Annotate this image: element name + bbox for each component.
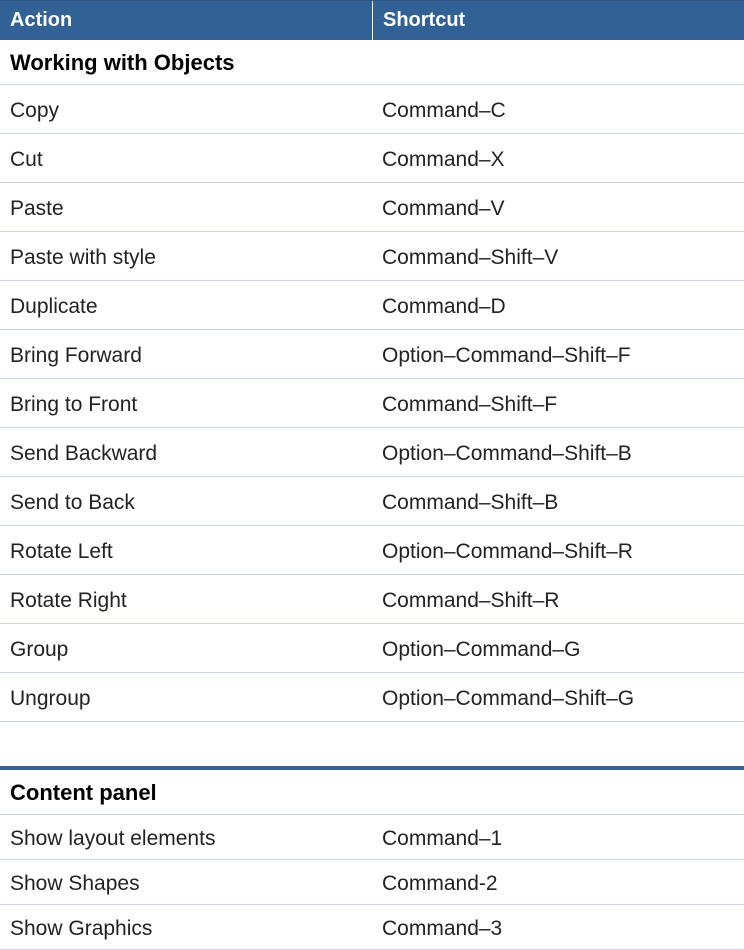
cell-action: Bring to Front: [0, 379, 372, 427]
cell-shortcut: Command-2: [372, 860, 744, 904]
section-body-content-panel: Show layout elementsCommand–1 Show Shape…: [0, 815, 744, 950]
cell-action: Paste: [0, 183, 372, 231]
section-body-objects: CopyCommand–C CutCommand–X PasteCommand–…: [0, 85, 744, 722]
cell-action: Show Shapes: [0, 860, 372, 904]
table-row: CopyCommand–C: [0, 85, 744, 134]
cell-action: Show Graphics: [0, 905, 372, 949]
table-row: Rotate LeftOption–Command–Shift–R: [0, 526, 744, 575]
cell-action: Group: [0, 624, 372, 672]
cell-shortcut: Option–Command–G: [372, 624, 744, 672]
table-row: Bring ForwardOption–Command–Shift–F: [0, 330, 744, 379]
header-shortcut: Shortcut: [372, 1, 744, 40]
table-row: UngroupOption–Command–Shift–G: [0, 673, 744, 722]
cell-shortcut: Command–Shift–V: [372, 232, 744, 280]
table-row: PasteCommand–V: [0, 183, 744, 232]
table-row: Paste with styleCommand–Shift–V: [0, 232, 744, 281]
cell-action: Paste with style: [0, 232, 372, 280]
table-row: Send BackwardOption–Command–Shift–B: [0, 428, 744, 477]
table-row: Show GraphicsCommand–3: [0, 905, 744, 950]
cell-action: Copy: [0, 85, 372, 133]
table-header-row: Action Shortcut: [0, 0, 744, 40]
cell-shortcut: Command–Shift–B: [372, 477, 744, 525]
cell-action: Send to Back: [0, 477, 372, 525]
section-title-content-panel: Content panel: [0, 770, 744, 815]
cell-action: Duplicate: [0, 281, 372, 329]
cell-action: Send Backward: [0, 428, 372, 476]
cell-action: Bring Forward: [0, 330, 372, 378]
table-row: DuplicateCommand–D: [0, 281, 744, 330]
table-row: Show ShapesCommand-2: [0, 860, 744, 905]
cell-action: Show layout elements: [0, 815, 372, 859]
cell-shortcut: Command–1: [372, 815, 744, 859]
cell-action: Rotate Left: [0, 526, 372, 574]
table-row: Rotate RightCommand–Shift–R: [0, 575, 744, 624]
section-title-objects: Working with Objects: [0, 40, 744, 85]
cell-shortcut: Option–Command–Shift–F: [372, 330, 744, 378]
cell-shortcut: Option–Command–Shift–B: [372, 428, 744, 476]
cell-shortcut: Command–X: [372, 134, 744, 182]
table-row: Bring to FrontCommand–Shift–F: [0, 379, 744, 428]
cell-shortcut: Command–D: [372, 281, 744, 329]
shortcuts-table: Action Shortcut Working with Objects Cop…: [0, 0, 744, 950]
cell-action: Cut: [0, 134, 372, 182]
cell-shortcut: Command–C: [372, 85, 744, 133]
cell-shortcut: Command–Shift–R: [372, 575, 744, 623]
header-action: Action: [0, 1, 372, 40]
cell-shortcut: Command–V: [372, 183, 744, 231]
cell-shortcut: Option–Command–Shift–G: [372, 673, 744, 721]
table-row: Send to BackCommand–Shift–B: [0, 477, 744, 526]
cell-shortcut: Option–Command–Shift–R: [372, 526, 744, 574]
cell-shortcut: Command–3: [372, 905, 744, 949]
cell-action: Rotate Right: [0, 575, 372, 623]
cell-shortcut: Command–Shift–F: [372, 379, 744, 427]
table-row: CutCommand–X: [0, 134, 744, 183]
table-row: GroupOption–Command–G: [0, 624, 744, 673]
cell-action: Ungroup: [0, 673, 372, 721]
table-row: Show layout elementsCommand–1: [0, 815, 744, 860]
